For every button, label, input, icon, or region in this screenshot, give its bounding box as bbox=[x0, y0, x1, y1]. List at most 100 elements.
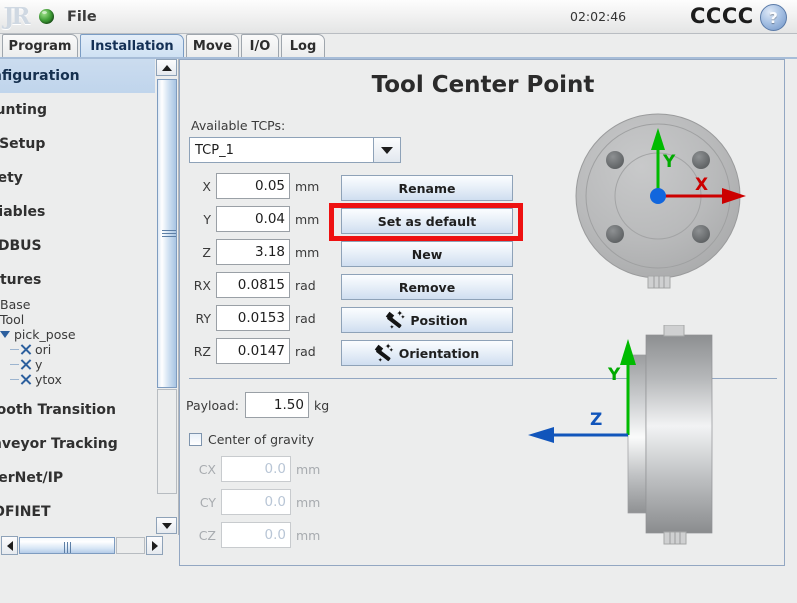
brand-name: CCCC bbox=[690, 4, 754, 28]
ur-logo-icon: JR bbox=[3, 3, 31, 30]
tree-item-base[interactable]: Base bbox=[0, 297, 155, 312]
cog-row-cy: CY 0.0 mm bbox=[194, 489, 320, 515]
installation-sidebar[interactable]: Configuration Mounting I/O Setup Safety … bbox=[0, 59, 156, 535]
chevron-down-icon[interactable] bbox=[373, 137, 401, 163]
cog-unit: mm bbox=[296, 461, 321, 477]
coord-label: RX bbox=[193, 277, 211, 293]
rename-button[interactable]: Rename bbox=[341, 175, 513, 201]
cog-row-cx: CX 0.0 mm bbox=[194, 456, 320, 482]
scrollbar-thumb-vertical[interactable] bbox=[157, 79, 177, 388]
tab-log[interactable]: Log bbox=[281, 34, 325, 57]
tree-item-label: ytox bbox=[35, 372, 62, 387]
ry-input[interactable]: 0.0153 bbox=[216, 305, 290, 331]
scrollbar-grip-icon bbox=[64, 542, 73, 553]
tcp-select[interactable]: TCP_1 bbox=[189, 137, 401, 163]
coord-row-y: Y 0.04 mm bbox=[189, 206, 319, 232]
tcp-main-panel: Tool Center Point Available TCPs: TCP_1 … bbox=[179, 59, 785, 566]
scroll-right-icon[interactable] bbox=[146, 536, 163, 555]
cz-input[interactable]: 0.0 bbox=[221, 522, 291, 548]
sidebar-item-configuration[interactable]: Configuration bbox=[0, 59, 155, 93]
cog-label: CX bbox=[198, 461, 216, 477]
tree-item-label: pick_pose bbox=[14, 327, 76, 342]
sidebar-item-mounting[interactable]: Mounting bbox=[0, 93, 155, 127]
tree-item-pick-pose[interactable]: pick_pose bbox=[0, 327, 155, 342]
highlight-box bbox=[329, 203, 523, 241]
scroll-down-icon[interactable] bbox=[156, 517, 177, 534]
tree-item-label: Tool bbox=[0, 312, 25, 327]
sidebar-item-features[interactable]: Features bbox=[0, 263, 155, 297]
rx-input[interactable]: 0.0815 bbox=[216, 272, 290, 298]
axis-label-y: Y bbox=[608, 365, 621, 385]
scroll-left-icon[interactable] bbox=[1, 536, 18, 555]
coord-unit: rad bbox=[295, 310, 316, 326]
tab-program[interactable]: Program bbox=[2, 34, 78, 57]
scrollbar-grip-icon bbox=[162, 230, 176, 237]
coord-row-rx: RX 0.0815 rad bbox=[189, 272, 316, 298]
file-menu-button[interactable]: File bbox=[67, 9, 97, 25]
clock-display: 02:02:46 bbox=[570, 9, 627, 24]
tree-item-y[interactable]: y bbox=[0, 357, 155, 372]
coord-label: Z bbox=[202, 244, 211, 260]
new-button[interactable]: New bbox=[341, 241, 513, 267]
sidebar-item-modbus[interactable]: MODBUS bbox=[0, 229, 155, 263]
tree-item-label: Base bbox=[0, 297, 31, 312]
axis-label-x: X bbox=[695, 175, 709, 195]
sidebar-item-label: Conveyor Tracking bbox=[0, 436, 118, 452]
globe-icon bbox=[39, 9, 54, 24]
sidebar-item-smooth-transition[interactable]: Smooth Transition bbox=[0, 393, 155, 427]
center-of-gravity-checkbox-row[interactable]: Center of gravity bbox=[189, 432, 314, 447]
position-button[interactable]: ✦ ✦ ✦ Position bbox=[341, 307, 513, 333]
coord-row-ry: RY 0.0153 rad bbox=[189, 305, 316, 331]
coord-unit: rad bbox=[295, 277, 316, 293]
axis-label-z: Z bbox=[590, 410, 603, 430]
tree-item-label: ori bbox=[35, 342, 52, 357]
sidebar-item-conveyor-tracking[interactable]: Conveyor Tracking bbox=[0, 427, 155, 461]
coord-unit: mm bbox=[295, 244, 320, 260]
cx-input[interactable]: 0.0 bbox=[221, 456, 291, 482]
remove-button[interactable]: Remove bbox=[341, 274, 513, 300]
sidebar-item-label: Variables bbox=[0, 204, 46, 220]
sidebar-item-ethernet-ip[interactable]: EtherNet/IP bbox=[0, 461, 155, 495]
coord-label: Y bbox=[203, 211, 211, 227]
tab-installation[interactable]: Installation bbox=[80, 34, 184, 57]
checkbox-icon[interactable] bbox=[189, 433, 202, 446]
available-tcps-label: Available TCPs: bbox=[191, 118, 286, 133]
orientation-button[interactable]: ✦ ✦ ✦ Orientation bbox=[341, 340, 513, 366]
coord-row-x: X 0.05 mm bbox=[189, 173, 319, 199]
payload-label: Payload: bbox=[186, 397, 239, 413]
tab-move[interactable]: Move bbox=[186, 34, 239, 57]
tab-io[interactable]: I/O bbox=[241, 34, 279, 57]
sidebar-item-label: Smooth Transition bbox=[0, 402, 116, 418]
payload-row: Payload: 1.50 kg bbox=[186, 392, 329, 418]
rz-input[interactable]: 0.0147 bbox=[216, 338, 290, 364]
point-x-icon bbox=[21, 344, 32, 355]
sidebar-horizontal-scrollbar[interactable] bbox=[0, 535, 178, 556]
cy-input[interactable]: 0.0 bbox=[221, 489, 291, 515]
tcp-select-value[interactable]: TCP_1 bbox=[189, 137, 373, 163]
flange-side-view-diagram: Y Z bbox=[510, 324, 782, 555]
payload-input[interactable]: 1.50 bbox=[244, 392, 309, 418]
tree-item-ori[interactable]: ori bbox=[0, 342, 155, 357]
sidebar-item-io-setup[interactable]: I/O Setup bbox=[0, 127, 155, 161]
x-input[interactable]: 0.05 bbox=[216, 173, 290, 199]
tree-item-tool[interactable]: Tool bbox=[0, 312, 155, 327]
sidebar-item-label: Safety bbox=[0, 170, 23, 186]
point-x-icon bbox=[21, 359, 32, 370]
help-icon[interactable]: ? bbox=[760, 4, 787, 31]
scroll-up-icon[interactable] bbox=[156, 59, 177, 76]
sidebar-vertical-scrollbar[interactable] bbox=[155, 59, 179, 535]
sidebar-item-profinet[interactable]: PROFINET bbox=[0, 495, 155, 529]
scrollbar-track-vertical[interactable] bbox=[157, 389, 177, 494]
z-input[interactable]: 3.18 bbox=[216, 239, 290, 265]
sidebar-item-variables[interactable]: Variables bbox=[0, 195, 155, 229]
page-title: Tool Center Point bbox=[371, 72, 595, 98]
cog-row-cz: CZ 0.0 mm bbox=[194, 522, 320, 548]
y-input[interactable]: 0.04 bbox=[216, 206, 290, 232]
sidebar-item-safety[interactable]: Safety bbox=[0, 161, 155, 195]
tree-item-ytox[interactable]: ytox bbox=[0, 372, 155, 387]
triangle-down-icon[interactable] bbox=[0, 331, 10, 338]
scrollbar-track-horizontal[interactable] bbox=[116, 537, 145, 554]
axis-label-y: Y bbox=[663, 152, 676, 172]
scrollbar-thumb-horizontal[interactable] bbox=[19, 537, 115, 554]
tab-bar: Program Installation Move I/O Log bbox=[0, 34, 797, 59]
